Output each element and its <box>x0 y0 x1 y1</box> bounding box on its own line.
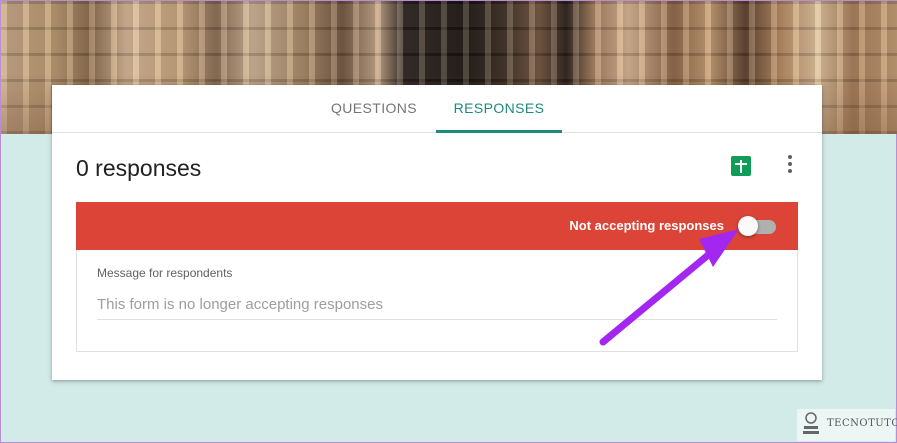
google-sheets-icon[interactable] <box>731 156 751 176</box>
tab-bar: QUESTIONS RESPONSES <box>52 85 822 133</box>
accepting-responses-label: Not accepting responses <box>569 218 724 233</box>
accepting-responses-toggle[interactable] <box>738 216 778 236</box>
watermark-text: TECNOTUTO <box>827 418 897 429</box>
tecnotuto-logo-icon <box>803 412 819 434</box>
form-card: QUESTIONS RESPONSES 0 responses Not acce… <box>52 85 822 380</box>
more-options-icon[interactable] <box>779 154 799 176</box>
tab-responses[interactable]: RESPONSES <box>436 85 562 133</box>
message-label: Message for respondents <box>97 266 233 280</box>
watermark: TECNOTUTO <box>797 409 897 441</box>
toggle-thumb <box>738 216 758 236</box>
active-tab-indicator <box>436 130 562 133</box>
tab-questions[interactable]: QUESTIONS <box>322 85 426 133</box>
accepting-responses-bar: Not accepting responses <box>76 202 798 250</box>
message-input[interactable] <box>97 290 777 320</box>
respondent-message-section: Message for respondents <box>76 250 798 352</box>
responses-count: 0 responses <box>76 155 202 181</box>
